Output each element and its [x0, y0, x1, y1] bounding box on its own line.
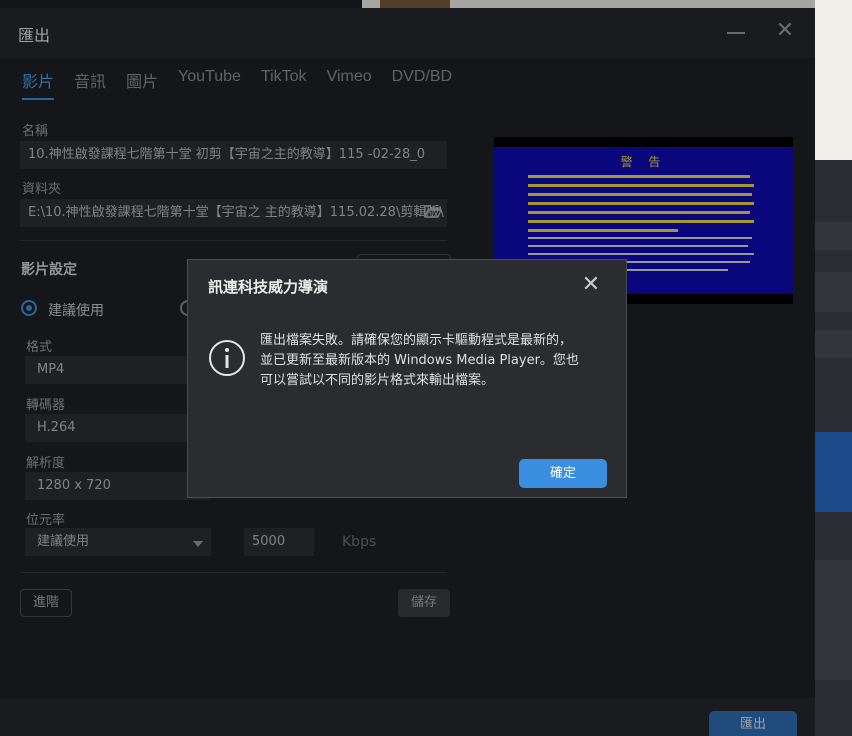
tab-audio[interactable]: 音訊 [74, 68, 106, 100]
dialog-message-line: 可以嘗試以不同的影片格式來輸出檔案。 [260, 373, 495, 388]
divider [20, 572, 447, 573]
background-timeline-row [815, 330, 852, 358]
preview-body-text [528, 175, 754, 232]
background-timeline-clip [815, 432, 852, 512]
recommended-radio[interactable] [21, 300, 37, 316]
resolution-select[interactable]: 1280 x 720 [25, 472, 211, 500]
name-label: 名稱 [22, 124, 49, 139]
bitrate-unit: Kbps [342, 534, 377, 550]
background-timeline-row [815, 560, 852, 680]
format-label: 格式 [26, 340, 53, 355]
close-icon[interactable]: ✕ [578, 272, 604, 298]
window-title: 匯出 [18, 26, 51, 45]
folder-open-icon[interactable] [424, 204, 442, 218]
background-document [815, 0, 852, 160]
advanced-button[interactable]: 進階 [20, 589, 72, 617]
tab-dvd-bd[interactable]: DVD/BD [392, 68, 452, 100]
folder-label: 資料夾 [22, 182, 62, 197]
folder-input[interactable]: E:\10.神性啟發課程七階第十堂【宇宙之 主的教導】115.02.28\剪輯版… [20, 199, 447, 227]
tab-tiktok[interactable]: TikTok [261, 68, 307, 100]
bitrate-input[interactable]: 5000 [244, 528, 314, 556]
dialog-message-line: 匯出檔案失敗。請確保您的顯示卡驅動程式是最新的， [260, 333, 573, 348]
dialog-message: 匯出檔案失敗。請確保您的顯示卡驅動程式是最新的， 並已更新至最新版本的 Wind… [260, 331, 610, 391]
tab-video[interactable]: 影片 [22, 68, 55, 100]
background-photo [380, 0, 450, 8]
screen: 匯出 ✕ 影片 音訊 圖片 YouTube TikTok Vimeo DVD/B… [0, 0, 852, 736]
export-button[interactable]: 匯出 [709, 711, 797, 736]
bitrate-mode-select[interactable]: 建議使用 [25, 528, 211, 556]
video-settings-title: 影片設定 [21, 262, 77, 278]
resolution-label: 解析度 [26, 456, 66, 471]
tab-youtube[interactable]: YouTube [178, 68, 241, 100]
dialog-title: 訊連科技威力導演 [208, 278, 329, 296]
close-icon[interactable]: ✕ [772, 18, 798, 44]
tab-image[interactable]: 圖片 [126, 68, 158, 100]
export-tabs: 影片 音訊 圖片 YouTube TikTok Vimeo DVD/BD [22, 68, 472, 100]
chevron-down-icon[interactable] [193, 541, 203, 547]
minimize-icon[interactable] [727, 32, 745, 34]
ok-button[interactable]: 確定 [519, 459, 607, 488]
preview-title: 警 告 [620, 155, 667, 169]
background-timeline-row [815, 222, 852, 250]
name-input[interactable]: 10.神性啟發課程七階第十堂 初剪【宇宙之主的教導】115 -02-28_0 [20, 141, 447, 169]
save-button[interactable]: 儲存 [398, 589, 450, 617]
info-icon [209, 340, 245, 376]
divider [20, 240, 447, 241]
recommended-radio-label: 建議使用 [48, 303, 104, 319]
bitrate-label: 位元率 [26, 513, 66, 528]
codec-select[interactable]: H.264 [25, 414, 211, 442]
codec-label: 轉碼器 [26, 398, 66, 413]
dialog-message-line: 並已更新至最新版本的 Windows Media Player。您也 [260, 353, 579, 368]
background-timeline-row [815, 272, 852, 312]
format-select[interactable]: MP4 [25, 356, 211, 384]
tab-vimeo[interactable]: Vimeo [327, 68, 372, 100]
error-dialog: 訊連科技威力導演 ✕ 匯出檔案失敗。請確保您的顯示卡驅動程式是最新的， 並已更新… [187, 259, 627, 498]
